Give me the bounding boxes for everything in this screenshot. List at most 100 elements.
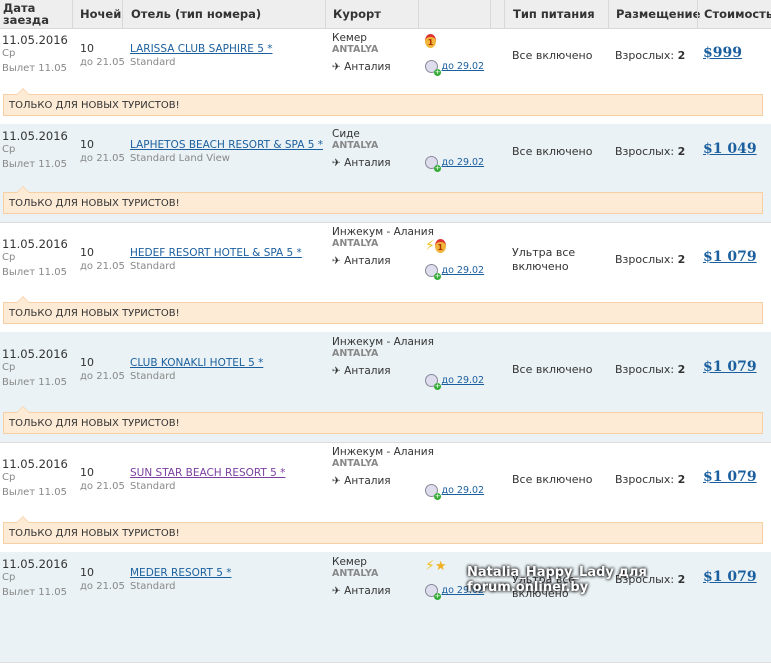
checkin-date: 11.05.2016 Ср Вылет 11.05 [2,347,68,389]
airport: ✈ Анталия [332,365,391,377]
resort: Инжекум - Алания [332,446,434,458]
early-booking[interactable]: до 29.02 [425,59,484,76]
resort: Кемер [332,556,367,568]
table-row: 11.05.2016 Ср Вылет 11.05 10 до 21.05 SUN S… [0,442,771,553]
hotel-badges: ⚡ 1 [425,238,446,254]
hotel-link[interactable]: SUN STAR BEACH RESORT 5 * [130,467,285,479]
price-link[interactable]: $999 [703,45,742,61]
plane-icon: ✈ [332,255,341,267]
accommodation: Взрослых: 2 [615,253,686,266]
room-type: Standard [130,57,176,68]
table-row: 11.05.2016 Ср Вылет 11.05 10 до 21.05 HEDEF… [0,222,771,333]
bolt-icon: ⚡ [425,558,435,574]
price-link[interactable]: $1 079 [703,469,757,485]
resort: Сиде [332,128,360,140]
plane-icon: ✈ [332,61,341,73]
nights: 10 до 21.05 [80,356,125,382]
table-row: 11.05.2016 Ср Вылет 11.05 10 до 21.05 LAPHE… [0,124,771,223]
star-icon: ★ [434,559,447,574]
early-booking[interactable]: до 29.02 [425,155,484,172]
col-resort[interactable]: Курорт [333,0,381,28]
early-booking[interactable]: до 29.02 [425,483,484,500]
watermark: Natalia_Happy_Lady для forum.onliner.by [467,565,647,595]
hotel-link[interactable]: LAPHETOS BEACH RESORT & SPA 5 * [130,139,323,151]
room-type: Standard [130,581,176,592]
meal-type: Все включено [512,363,593,376]
checkin-date: 11.05.2016 Ср Вылет 11.05 [2,33,68,75]
col-price[interactable]: Стоимость [704,0,771,28]
meal-type: Ультра все включено [512,246,576,273]
region: ANTALYA [332,44,379,55]
airport: ✈ Анталия [332,61,391,73]
col-meal[interactable]: Тип питания [513,0,595,28]
notice-banner: ТОЛЬКО ДЛЯ НОВЫХ ТУРИСТОВ! [3,186,763,214]
price-link[interactable]: $1 079 [703,249,757,265]
nights: 10 до 21.05 [80,246,125,272]
plane-icon: ✈ [332,365,341,377]
clock-icon [425,483,441,500]
early-booking[interactable]: до 29.02 [425,263,484,280]
clock-icon [425,263,441,280]
checkin-date: 11.05.2016 Ср Вылет 11.05 [2,457,68,499]
early-booking[interactable]: до 29.02 [425,373,484,390]
checkin-date: 11.05.2016 Ср Вылет 11.05 [2,557,68,599]
airport: ✈ Анталия [332,475,391,487]
nights: 10 до 21.05 [80,566,125,592]
room-type: Standard [130,371,176,382]
region: ANTALYA [332,348,379,359]
region: ANTALYA [332,568,379,579]
accommodation: Взрослых: 2 [615,49,686,62]
region: ANTALYA [332,140,379,151]
nights: 10 до 21.05 [80,466,125,492]
accommodation: Взрослых: 2 [615,473,686,486]
airport: ✈ Анталия [332,585,391,597]
hotel-link[interactable]: CLUB KONAKLI HOTEL 5 * [130,357,263,369]
nights: 10 до 21.05 [80,138,125,164]
clock-icon [425,155,441,172]
col-date[interactable]: Дата заезда [3,0,71,28]
room-type: Standard [130,261,176,272]
resort: Инжекум - Алания [332,226,434,238]
hotel-link[interactable]: HEDEF RESORT HOTEL & SPA 5 * [130,247,302,259]
medal-icon: 1 [434,239,446,253]
checkin-date: 11.05.2016 Ср Вылет 11.05 [2,237,68,279]
clock-icon [425,583,441,600]
price-link[interactable]: $1 079 [703,359,757,375]
room-type: Standard [130,481,176,492]
resort: Кемер [332,32,367,44]
col-nights[interactable]: Ночей [80,0,121,28]
hotel-link[interactable]: LARISSA CLUB SAPHIRE 5 * [130,43,273,55]
hotel-badges: ⚡★ [425,558,447,574]
accommodation: Взрослых: 2 [615,145,686,158]
meal-type: Все включено [512,49,593,62]
table-header: Дата заезда Ночей Отель (тип номера) Кур… [0,0,771,29]
clock-icon [425,59,441,76]
clock-icon [425,373,441,390]
nights: 10 до 21.05 [80,42,125,68]
notice-banner: ТОЛЬКО ДЛЯ НОВЫХ ТУРИСТОВ! [3,88,763,116]
col-hotel[interactable]: Отель (тип номера) [131,0,261,28]
airport: ✈ Анталия [332,255,391,267]
notice-banner: ТОЛЬКО ДЛЯ НОВЫХ ТУРИСТОВ! [3,296,763,324]
plane-icon: ✈ [332,157,341,169]
region: ANTALYA [332,238,379,249]
plane-icon: ✈ [332,475,341,487]
table-row: 11.05.2016 Ср Вылет 11.05 10 до 21.05 CLUB … [0,332,771,443]
hotel-link[interactable]: MEDER RESORT 5 * [130,567,231,579]
medal-icon: 1 [425,34,436,48]
notice-banner: ТОЛЬКО ДЛЯ НОВЫХ ТУРИСТОВ! [3,406,763,434]
region: ANTALYA [332,458,379,469]
plane-icon: ✈ [332,585,341,597]
hotel-badges: 1 [425,34,436,50]
col-accommodation[interactable]: Размещение [616,0,700,28]
checkin-date: 11.05.2016 Ср Вылет 11.05 [2,129,68,171]
table-row: 11.05.2016 Ср Вылет 11.05 10 до 21.05 LARIS… [0,28,771,125]
accommodation: Взрослых: 2 [615,363,686,376]
price-link[interactable]: $1 049 [703,141,757,157]
resort: Инжекум - Алания [332,336,434,348]
airport: ✈ Анталия [332,157,391,169]
meal-type: Все включено [512,145,593,158]
notice-banner: ТОЛЬКО ДЛЯ НОВЫХ ТУРИСТОВ! [3,516,763,544]
room-type: Standard Land View [130,153,230,164]
meal-type: Все включено [512,473,593,486]
